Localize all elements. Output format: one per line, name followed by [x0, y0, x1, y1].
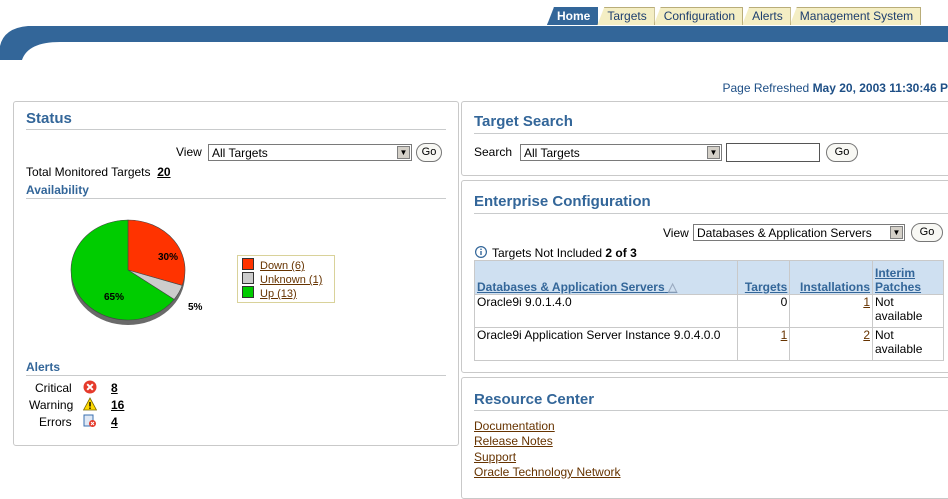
target-search-go-button[interactable]: Go	[826, 143, 858, 162]
alerts-title: Alerts	[26, 360, 61, 374]
availability-legend: Down (6) Unknown (1) Up (13)	[237, 255, 335, 303]
pie-label-up: 65%	[104, 292, 124, 303]
cell-installations[interactable]: 1	[789, 294, 873, 328]
chevron-down-icon: ▼	[397, 146, 410, 159]
status-go-button[interactable]: Go	[416, 143, 442, 162]
divider	[474, 410, 948, 411]
enterprise-view-select[interactable]: Databases & Application Servers ▼	[693, 224, 905, 241]
col-header-installations[interactable]: Installations	[789, 260, 873, 295]
col-header-interim-patches[interactable]: Interim Patches	[872, 260, 944, 295]
status-title: Status	[26, 110, 72, 127]
legend-item-up[interactable]: Up (13)	[242, 286, 297, 300]
alert-warning-label: Warning	[29, 398, 74, 412]
chevron-down-icon: ▼	[707, 146, 720, 159]
legend-swatch-unknown	[242, 272, 254, 284]
sort-ascending-icon: △	[664, 280, 678, 294]
header-bar	[0, 26, 948, 60]
refresh-timestamp: May 20, 2003 11:30:46 P	[812, 81, 948, 95]
cell-name: Oracle9i 9.0.1.4.0	[474, 294, 738, 328]
col-header-databases[interactable]: Databases & Application Servers △	[474, 260, 738, 295]
enterprise-go-button[interactable]: Go	[911, 223, 943, 242]
pie-label-unknown: 5%	[188, 302, 203, 313]
table-row: Oracle9i Application Server Instance 9.0…	[474, 327, 944, 361]
page-refreshed: Page Refreshed May 20, 2003 11:30:46 P	[722, 81, 948, 95]
divider	[474, 133, 948, 134]
cell-installations[interactable]: 2	[789, 327, 873, 361]
tab-management-system[interactable]: Management System	[789, 7, 922, 25]
availability-pie-chart: 30% 5% 65%	[70, 219, 203, 325]
col-header-targets[interactable]: Targets	[736, 260, 791, 295]
cell-patches: Not available	[872, 327, 944, 361]
divider	[474, 213, 948, 214]
enterprise-config-table: Databases & Application Servers △ Target…	[474, 260, 944, 361]
availability-title: Availability	[26, 183, 89, 197]
alert-errors-count[interactable]: 4	[111, 415, 118, 429]
targets-not-included: Targets Not Included 2 of 3	[492, 246, 637, 260]
divider	[26, 129, 446, 130]
enterprise-view-label: View	[663, 226, 689, 240]
legend-item-unknown[interactable]: Unknown (1)	[242, 272, 322, 286]
tab-targets[interactable]: Targets	[597, 7, 655, 25]
total-monitored-link[interactable]: 20	[157, 165, 170, 179]
tab-home[interactable]: Home	[547, 7, 599, 25]
alert-warning-count[interactable]: 16	[111, 398, 124, 412]
legend-swatch-up	[242, 286, 254, 298]
resource-center-title: Resource Center	[474, 391, 595, 408]
divider	[26, 375, 446, 376]
enterprise-config-title: Enterprise Configuration	[474, 193, 651, 210]
cell-patches: Not available	[872, 294, 944, 328]
warning-icon	[83, 397, 97, 411]
cell-name: Oracle9i Application Server Instance 9.0…	[474, 327, 738, 361]
top-tab-bar: Home Targets Configuration Alerts Manage…	[547, 7, 922, 25]
legend-swatch-down	[242, 258, 254, 270]
target-search-input[interactable]	[726, 143, 820, 162]
total-monitored-label: Total Monitored Targets 20	[26, 165, 171, 179]
table-header-row: Databases & Application Servers △ Target…	[474, 260, 944, 295]
link-release-notes[interactable]: Release Notes	[474, 434, 553, 448]
critical-icon	[83, 380, 97, 394]
error-icon	[83, 414, 96, 427]
cell-targets[interactable]: 1	[736, 327, 791, 361]
link-support[interactable]: Support	[474, 450, 516, 464]
alert-critical-label: Critical	[35, 381, 72, 395]
target-search-title: Target Search	[474, 113, 573, 130]
search-label: Search	[474, 145, 513, 159]
tab-configuration[interactable]: Configuration	[653, 7, 744, 25]
alert-errors-label: Errors	[39, 415, 72, 429]
status-view-label: View	[176, 145, 202, 159]
chevron-down-icon: ▼	[890, 226, 903, 239]
tab-alerts[interactable]: Alerts	[742, 7, 791, 25]
link-oracle-technology-network[interactable]: Oracle Technology Network	[474, 465, 621, 479]
target-search-select[interactable]: All Targets ▼	[520, 144, 722, 161]
targets-not-included-count: 2 of 3	[605, 246, 637, 260]
pie-label-down: 30%	[158, 252, 178, 263]
status-view-select[interactable]: All Targets ▼	[208, 144, 412, 161]
legend-item-down[interactable]: Down (6)	[242, 258, 305, 272]
cell-targets: 0	[736, 294, 791, 328]
alert-critical-count[interactable]: 8	[111, 381, 118, 395]
link-documentation[interactable]: Documentation	[474, 419, 555, 433]
divider	[26, 198, 446, 199]
table-row: Oracle9i 9.0.1.4.0 0 1 Not available	[474, 294, 944, 328]
info-icon	[475, 246, 487, 258]
